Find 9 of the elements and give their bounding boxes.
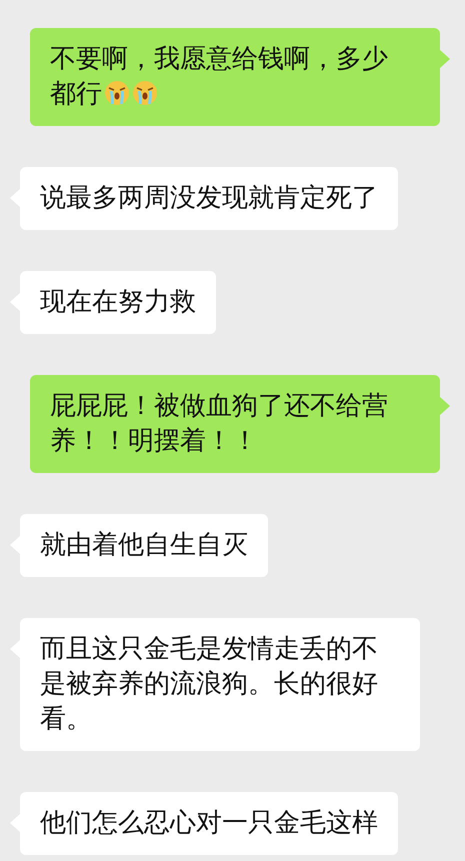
crying-face-icon — [132, 80, 158, 106]
message-text: 说最多两周没发现就肯定死了 — [40, 182, 378, 215]
message-text: 他们怎么忍心对一只金毛这样 — [40, 807, 378, 840]
message-text: 而且这只金毛是发情走丢的不是被弃养的流浪狗。长的很好看。 — [40, 633, 379, 736]
message-text: 屁屁屁！被做血狗了还不给营养！！明摆着！！ — [50, 390, 389, 458]
crying-face-icon — [104, 80, 130, 106]
message-text: 就由着他自生自灭 — [40, 529, 248, 562]
message-text: 现在在努力救 — [40, 286, 196, 319]
message-text: 不要啊，我愿意给钱啊，多少都行 — [50, 43, 389, 111]
